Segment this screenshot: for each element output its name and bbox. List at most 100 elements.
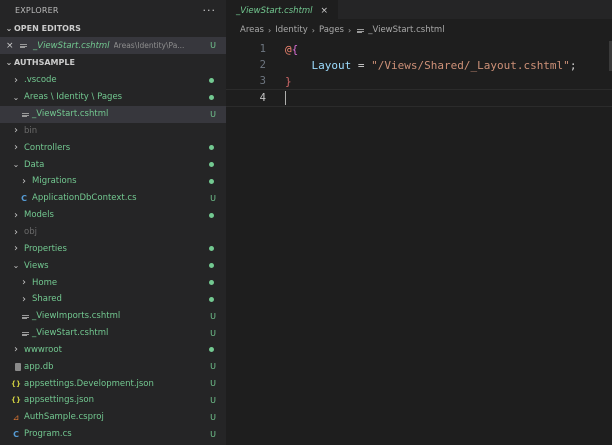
tree-item[interactable]: C ApplicationDbContext.cs U — [0, 190, 226, 207]
tree-item-label: appsettings.json — [24, 395, 94, 406]
tree-item-label: Migrations — [32, 176, 77, 187]
breadcrumb-item[interactable]: Identity — [275, 25, 308, 35]
tree-item-label: app.db — [24, 361, 54, 372]
chevron-right-icon: › — [14, 209, 18, 221]
code-content: @{ — [285, 43, 298, 56]
close-icon[interactable]: × — [6, 41, 18, 51]
code-token: = — [351, 58, 372, 72]
breadcrumb: Areas › Identity › Pages › _ViewStart.cs… — [226, 19, 612, 41]
tree-item[interactable]: _ViewImports.cshtml U — [0, 308, 226, 325]
chevron-down-icon: ⌄ — [12, 92, 20, 102]
code-token: "/Views/Shared/_Layout.cshtml" — [371, 58, 570, 72]
tree-item-label: wwwroot — [24, 344, 62, 355]
breadcrumb-item[interactable]: Areas — [240, 25, 264, 35]
chevron-right-icon: › — [268, 25, 272, 35]
git-status-badge: U — [210, 193, 216, 203]
tree-item-label: appsettings.Development.json — [24, 378, 154, 389]
tree-item[interactable]: ⌄ Data — [0, 156, 226, 173]
git-status-badge: U — [210, 362, 216, 372]
code-content — [285, 91, 286, 105]
tree-item[interactable]: ⌄ Views — [0, 257, 226, 274]
tree-item[interactable]: › bin — [0, 123, 226, 140]
code-content: } — [285, 75, 292, 88]
tree-item[interactable]: › Migrations — [0, 173, 226, 190]
code-line[interactable]: 3} — [226, 73, 612, 89]
breadcrumb-item[interactable]: _ViewStart.cshtml — [368, 25, 444, 35]
tab-bar: _ViewStart.cshtml × — [226, 0, 612, 20]
close-icon[interactable]: × — [321, 6, 329, 16]
explorer-sidebar: EXPLORER ··· ⌄ OPEN EDITORS × _ViewStart… — [0, 0, 226, 445]
code-editor[interactable]: 1 @{2 Layout = "/Views/Shared/_Layout.csh… — [226, 41, 612, 107]
tree-item[interactable]: › Controllers — [0, 139, 226, 156]
json-file-icon: {} — [11, 379, 21, 388]
line-number: 2 — [259, 59, 266, 71]
git-modified-dot — [209, 347, 214, 353]
git-status-badge: U — [210, 311, 216, 321]
tree-item[interactable]: › Home — [0, 274, 226, 291]
tree-item[interactable]: › Properties — [0, 240, 226, 257]
more-actions-icon[interactable]: ··· — [203, 4, 217, 17]
code-line[interactable]: 2 Layout = "/Views/Shared/_Layout.cshtml… — [226, 57, 612, 73]
chevron-right-icon: › — [14, 243, 18, 255]
tree-item-label: _ViewStart.cshtml — [32, 328, 109, 339]
tree-item[interactable]: C Program.cs U — [0, 426, 226, 443]
tree-item[interactable]: › obj — [0, 224, 226, 241]
tree-item-label: Properties — [24, 243, 67, 254]
tree-item[interactable]: ⌄ Areas \ Identity \ Pages — [0, 89, 226, 106]
open-editor-filename: _ViewStart.cshtml — [33, 40, 110, 51]
tree-item[interactable]: {} appsettings.Development.json U — [0, 375, 226, 392]
git-status-badge: U — [210, 41, 216, 50]
breadcrumb-item[interactable]: Pages — [319, 25, 344, 35]
tree-item[interactable]: _ViewStart.cshtml U — [0, 325, 226, 342]
git-modified-dot — [209, 296, 214, 302]
code-token: Layout — [311, 58, 352, 72]
tree-item[interactable]: › Shared — [0, 291, 226, 308]
line-number: 4 — [259, 92, 266, 104]
project-header[interactable]: ⌄ AUTHSAMPLE — [0, 54, 226, 71]
tree-item[interactable]: ⊿ AuthSample.csproj U — [0, 409, 226, 426]
git-status-badge: U — [210, 429, 216, 439]
code-token: { — [291, 42, 299, 56]
open-editor-path: Areas\Identity\Pa... — [113, 41, 185, 50]
open-editors-header[interactable]: ⌄ OPEN EDITORS — [0, 20, 226, 37]
chevron-right-icon: › — [14, 74, 18, 86]
git-status-badge: U — [210, 109, 216, 119]
git-status-badge: U — [210, 328, 216, 338]
tree-item[interactable]: app.db U — [0, 358, 226, 375]
tree-item-label: Home — [32, 277, 58, 288]
tree-item[interactable]: › Models — [0, 207, 226, 224]
chevron-right-icon: › — [311, 25, 315, 35]
git-modified-dot — [209, 77, 214, 83]
explorer-header: EXPLORER ··· — [0, 0, 226, 20]
chevron-down-icon: ⌄ — [12, 160, 20, 170]
git-status-badge: U — [210, 412, 216, 422]
tree-item[interactable]: _ViewStart.cshtml U — [0, 105, 226, 123]
tree-item-label: Controllers — [24, 142, 71, 153]
code-line[interactable]: 1 @{ — [226, 41, 612, 57]
tree-item-label: Program.cs — [24, 429, 72, 440]
git-modified-dot — [209, 178, 214, 184]
git-status-badge: U — [210, 379, 216, 389]
code-line[interactable]: 4 — [226, 89, 612, 107]
git-modified-dot — [209, 94, 214, 100]
file-icon — [18, 314, 30, 319]
tree-item-label: .vscode — [24, 75, 57, 86]
tree-item[interactable]: {} appsettings.json U — [0, 392, 226, 409]
tree-item-label: Models — [24, 210, 54, 221]
tree-item-label: Shared — [32, 294, 62, 305]
database-file-icon — [10, 362, 22, 371]
tree-item[interactable]: › .vscode — [0, 72, 226, 89]
csharp-file-icon: C — [21, 193, 27, 203]
code-token: ; — [569, 58, 577, 72]
text-cursor — [285, 91, 286, 105]
code-content: Layout = "/Views/Shared/_Layout.cshtml"; — [285, 58, 577, 72]
tree-item-label: _ViewStart.cshtml — [32, 109, 109, 120]
open-editor-item[interactable]: × _ViewStart.cshtml Areas\Identity\Pa...… — [0, 37, 226, 54]
tab-viewstart[interactable]: _ViewStart.cshtml × — [226, 0, 339, 20]
file-icon — [357, 28, 365, 33]
tree-item-label: _ViewImports.cshtml — [32, 311, 121, 322]
tree-item[interactable]: › wwwroot — [0, 342, 226, 359]
file-icon — [18, 112, 30, 117]
git-modified-dot — [209, 145, 214, 151]
